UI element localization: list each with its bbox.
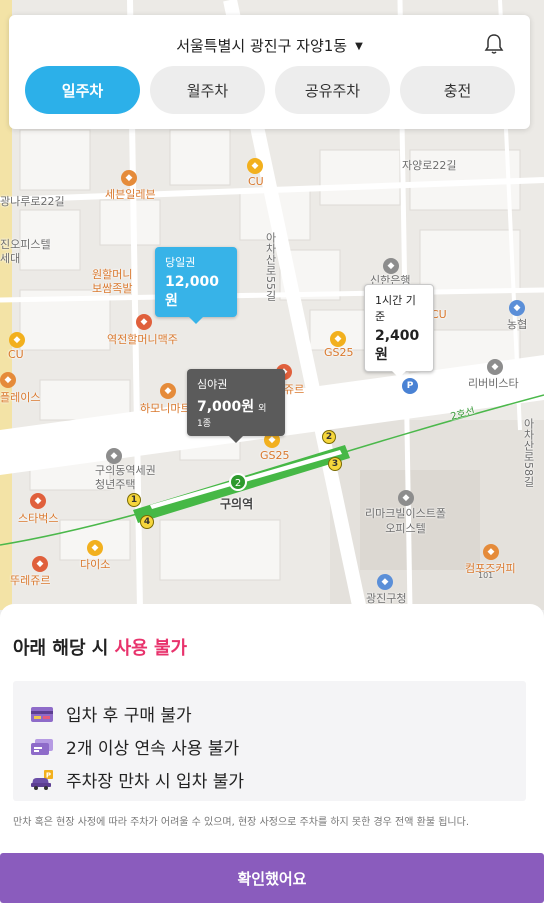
svg-text:P: P [46,771,51,779]
exit-4[interactable]: 4 [140,515,154,529]
convenience-store-icon-3[interactable]: ◆ [330,331,346,347]
street-achasanro55: 아차산로55길 [264,232,277,301]
exit-2[interactable]: 2 [322,430,336,444]
price-tag-title: 1시간 기준 [375,294,416,323]
refund-notice: 만차 혹은 현장 사정에 따라 주차가 어려울 수 있으며, 현장 사정으로 주… [13,817,469,828]
store-icon[interactable]: ◆ [121,170,137,186]
parked-car-icon: P [31,769,53,790]
rule-text: 2개 이상 연속 사용 불가 [66,739,240,759]
credit-card-icon [31,706,53,722]
tab-monthly[interactable]: 월주차 [150,66,265,114]
poi-ddure[interactable]: 뚜레쥬르 [10,572,50,588]
exit-1[interactable]: 1 [127,493,141,507]
exit-3[interactable]: 3 [328,457,342,471]
ticket-icon [31,738,53,755]
store-icon-4[interactable]: ◆ [87,540,103,556]
poi-yeokjeon[interactable]: 역전할머니맥주 [107,331,178,347]
caret-down-icon: ▼ [355,41,363,52]
parking-icon-2[interactable]: P [402,378,418,394]
poi-nonghyup[interactable]: 농협 [507,316,527,332]
svg-text:2: 2 [235,478,241,489]
parking-type-tabs: 일주차 월주차 공유주차 충전 [25,66,515,114]
street-jayangro22: 자양로22길 [402,159,457,172]
tab-shared[interactable]: 공유주차 [275,66,390,114]
header-card: 서울특별시 광진구 자양1동 ▼ 일주차 월주차 공유주차 충전 [9,15,530,129]
street-achasanro58: 아차산로58길 [522,418,535,487]
price-tag-hourly[interactable]: 1시간 기준 2,400원 [364,284,434,378]
poi-gs25[interactable]: GS25 [324,346,354,359]
bank-icon-2[interactable]: ◆ [509,300,525,316]
rule-list: 입차 후 구매 불가 2개 이상 연속 사용 불가 P 주차장 만차 시 입차 … [13,681,526,801]
price-tag-price: 7,000원 [197,399,255,415]
street-gwangnaru22: 광나루로22길 [0,195,65,208]
price-tag-price: 2,400원 [375,328,420,363]
store-icon-2[interactable]: ◆ [0,372,16,388]
poi-starbucks[interactable]: 스타벅스 [18,510,58,526]
poi-jyure[interactable]: 쥬르 [284,381,304,397]
location-label: 서울특별시 광진구 자양1동 [176,37,348,55]
rule-item: P 주차장 만차 시 입차 불가 [30,763,526,796]
building-icon-3[interactable]: ◆ [398,490,414,506]
rule-text: 입차 후 구매 불가 [66,706,192,726]
location-selector[interactable]: 서울특별시 광진구 자양1동 ▼ [9,35,530,56]
bell-icon[interactable] [484,33,504,55]
price-tag-price: 12,000원 [165,274,220,309]
cafe-icon-2[interactable]: ◆ [483,544,499,560]
poi-ribabista[interactable]: 리버비스타 [468,375,519,391]
tab-daily[interactable]: 일주차 [25,66,140,114]
sheet-title-prefix: 아래 해당 시 [13,638,115,659]
restriction-sheet: 아래 해당 시 사용 불가 입차 후 구매 불가 2개 이상 연속 사용 불가 [0,604,544,907]
sheet-title: 아래 해당 시 사용 불가 [13,634,187,660]
price-tag-night[interactable]: 심야권 7,000원 외 1종 [187,369,285,443]
poi-rimark[interactable]: 리마크빌이스트폴 오피스텔 [365,506,446,536]
sheet-title-highlight: 사용 불가 [114,638,188,659]
poi-harmony[interactable]: 하모니마트 [140,400,191,416]
poi-place[interactable]: 플레이스 [0,389,40,405]
poi-seven-eleven[interactable]: 세븐일레븐 [105,186,156,202]
poi-daiso[interactable]: 다이소 [80,556,110,572]
price-tag-daily[interactable]: 당일권 12,000원 [155,247,237,324]
building-icon[interactable]: ◆ [487,359,503,375]
price-tag-title: 심야권 [197,378,228,391]
confirm-button[interactable]: 확인했어요 [0,853,544,903]
store-icon-3[interactable]: ◆ [160,383,176,399]
poi-guui-officetel[interactable]: 구의동역세권 청년주택 [95,464,156,492]
poi-cu[interactable]: CU [248,175,264,188]
station-guui[interactable]: 구의역 [220,495,253,512]
bank-icon[interactable]: ◆ [383,258,399,274]
bakery-icon-2[interactable]: ◆ [32,556,48,572]
rule-item: 2개 이상 연속 사용 불가 [30,730,526,763]
convenience-store-icon-2[interactable]: ◆ [9,332,25,348]
cafe-icon[interactable]: ◆ [30,493,46,509]
building-icon-2[interactable]: ◆ [106,448,122,464]
building-number: 101 [478,571,494,580]
tab-charging[interactable]: 충전 [400,66,515,114]
rule-text: 주차장 만차 시 입차 불가 [66,772,245,792]
poi-wonhalmeoni[interactable]: 원할머니 보쌈족발 [92,268,132,296]
poi-gs25-2[interactable]: GS25 [260,449,290,462]
price-tag-title: 당일권 [165,256,196,269]
government-office-icon[interactable]: ◆ [377,574,393,590]
pub-icon[interactable]: ◆ [136,314,152,330]
poi-cu-2[interactable]: CU [8,348,24,361]
rule-item: 입차 후 구매 불가 [30,697,526,730]
convenience-store-icon[interactable]: ◆ [247,158,263,174]
poi-sede: 세대 [0,252,21,265]
